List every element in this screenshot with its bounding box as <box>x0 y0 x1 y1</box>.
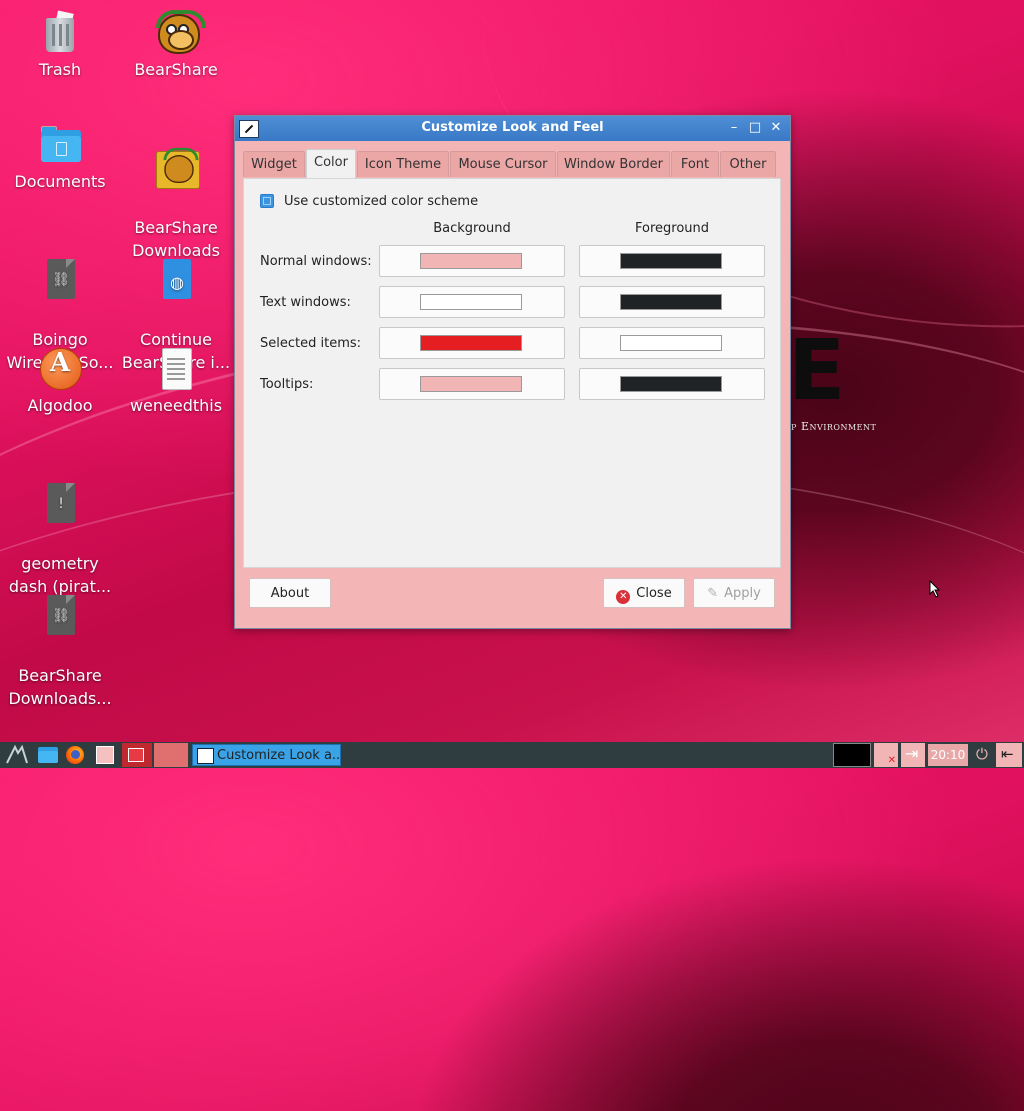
network-icon[interactable]: ✕ <box>874 743 898 767</box>
folder-icon <box>38 122 82 166</box>
color-swatch <box>420 294 522 310</box>
dialog-title: Customize Look and Feel <box>421 120 604 135</box>
close-button-label: Close <box>636 586 672 601</box>
desktop-icon-label: weneedthis <box>129 396 223 415</box>
taskbar: Customize Look a... ✕ ⇥ 20:10 ⏻ ⇤ <box>0 742 1024 768</box>
customize-look-and-feel-dialog: Customize Look and Feel – □ ✕ Widget Col… <box>234 115 791 629</box>
close-icon: ✕ <box>616 590 631 604</box>
wallpaper-logo-subtitle: op Environment <box>784 420 877 433</box>
app-icon <box>197 748 214 764</box>
desktop-icon-documents[interactable]: Documents <box>5 122 115 193</box>
desktop-icon-trash[interactable]: Trash <box>5 10 115 81</box>
color-swatch <box>620 376 722 392</box>
tooltips-fg-button[interactable] <box>579 368 765 400</box>
trash-icon <box>38 10 82 54</box>
custom-color-scheme-checkbox[interactable] <box>260 194 274 208</box>
mouse-cursor-icon <box>929 580 941 598</box>
logout-arrow-icon[interactable]: ⇥ <box>901 743 925 767</box>
desktop-icon-label: BearShare <box>134 60 218 79</box>
cpu-monitor <box>833 743 871 767</box>
desktop-icon-label: Documents <box>14 172 106 191</box>
color-swatch <box>620 294 722 310</box>
apply-button[interactable]: ✎ Apply <box>693 578 775 608</box>
foreground-column-header: Foreground <box>634 221 710 236</box>
warning-file-icon: ! <box>38 481 82 525</box>
task-label: Customize Look a... <box>217 748 341 763</box>
text-file-icon <box>154 346 198 390</box>
pencil-icon: ✎ <box>707 586 719 601</box>
archive-file-icon: ⛓ <box>38 257 82 301</box>
text-windows-fg-button[interactable] <box>579 286 765 318</box>
color-swatch <box>620 253 722 269</box>
background-column-header: Background <box>433 221 511 236</box>
desktop-icon-label: BearShare Downloads... <box>8 666 112 708</box>
tab-other[interactable]: Other <box>720 151 776 177</box>
firefox-icon[interactable] <box>63 743 87 767</box>
color-swatch <box>420 376 522 392</box>
dialog-titlebar[interactable]: Customize Look and Feel – □ ✕ <box>235 116 790 141</box>
color-swatch <box>620 335 722 351</box>
text-windows-bg-button[interactable] <box>379 286 565 318</box>
exit-icon[interactable]: ⇤ <box>996 743 1022 767</box>
desktop-icon-weneedthis[interactable]: weneedthis <box>121 346 231 417</box>
minimize-button[interactable]: – <box>725 119 743 137</box>
web-file-icon: ◍ <box>154 257 198 301</box>
tab-widget[interactable]: Widget <box>243 151 305 177</box>
apply-button-label: Apply <box>724 586 761 601</box>
desktop-icon-bearshare-downloads-2[interactable]: ⛓ BearShare Downloads... <box>5 570 115 733</box>
archive-file-icon: ⛓ <box>38 593 82 637</box>
file-manager-icon[interactable] <box>36 743 60 767</box>
color-panel: Use customized color scheme Background F… <box>243 178 781 568</box>
workspace-2-button[interactable] <box>154 743 188 767</box>
tab-font[interactable]: Font <box>671 151 719 177</box>
tab-mouse-cursor[interactable]: Mouse Cursor <box>450 151 556 177</box>
desktop-icon-algodoo[interactable]: A Algodoo <box>5 346 115 417</box>
row-label-selected-items: Selected items: <box>260 336 362 351</box>
bearshare-icon <box>154 10 206 54</box>
normal-windows-fg-button[interactable] <box>579 245 765 277</box>
desktop-icon-bearshare[interactable]: BearShare <box>121 10 231 81</box>
about-button[interactable]: About <box>249 578 331 608</box>
task-customize-look-and-feel[interactable]: Customize Look a... <box>192 744 341 766</box>
power-icon[interactable]: ⏻ <box>972 743 994 767</box>
color-swatch <box>420 335 522 351</box>
desktop-icon-label: Algodoo <box>27 396 93 415</box>
tab-icon-theme[interactable]: Icon Theme <box>357 151 449 177</box>
row-label-text-windows: Text windows: <box>260 295 351 310</box>
selected-items-bg-button[interactable] <box>379 327 565 359</box>
close-window-button[interactable]: ✕ <box>767 119 785 137</box>
row-label-tooltips: Tooltips: <box>260 377 314 392</box>
clock[interactable]: 20:10 <box>928 744 968 766</box>
start-menu-icon[interactable] <box>4 743 30 767</box>
wallpaper-logo-letter: E <box>788 321 845 419</box>
close-button[interactable]: ✕ Close <box>603 578 685 608</box>
custom-color-scheme-label: Use customized color scheme <box>284 194 479 209</box>
bearshare-folder-icon <box>154 145 200 189</box>
row-label-normal-windows: Normal windows: <box>260 254 372 269</box>
window-icon[interactable] <box>93 743 117 767</box>
algodoo-icon: A <box>38 346 82 390</box>
color-swatch <box>420 253 522 269</box>
tab-color[interactable]: Color <box>306 149 356 179</box>
maximize-button[interactable]: □ <box>746 119 764 137</box>
normal-windows-bg-button[interactable] <box>379 245 565 277</box>
workspace-1-button[interactable] <box>122 743 152 767</box>
tab-window-border[interactable]: Window Border <box>557 151 670 177</box>
tooltips-bg-button[interactable] <box>379 368 565 400</box>
selected-items-fg-button[interactable] <box>579 327 765 359</box>
desktop-icon-label: Trash <box>38 60 82 79</box>
